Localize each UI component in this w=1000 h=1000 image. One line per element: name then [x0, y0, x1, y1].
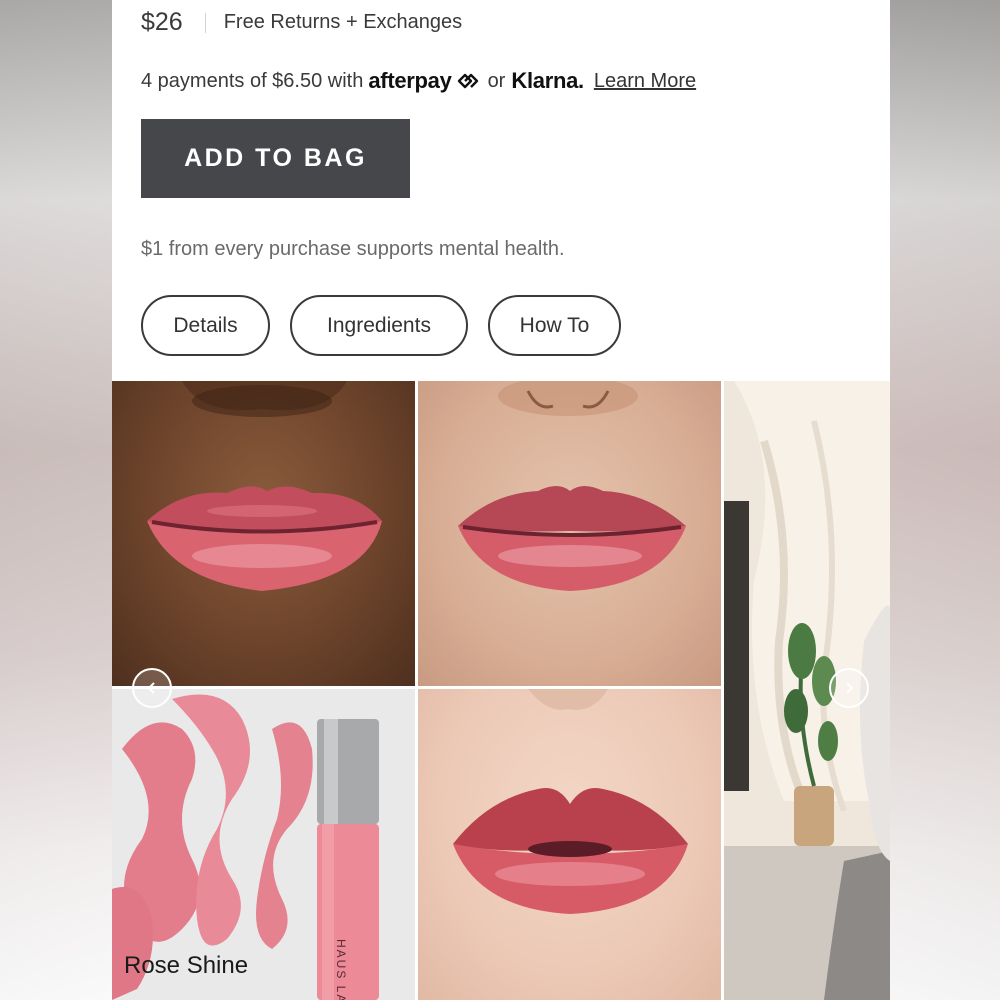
afterpay-logo[interactable]: afterpay [368, 68, 452, 94]
gallery-image-lips-light[interactable] [418, 381, 721, 686]
tab-how-to[interactable]: How To [488, 295, 621, 356]
gallery-prev-button[interactable] [132, 668, 172, 708]
gallery-next-button[interactable] [829, 668, 869, 708]
image-gallery[interactable]: Rose Shine HAUS LABS [112, 381, 890, 1000]
product-tabs: Details Ingredients How To [141, 295, 641, 356]
payment-options: 4 payments of $6.50 with afterpay or Kla… [141, 68, 696, 94]
shade-label: Rose Shine [124, 952, 249, 979]
learn-more-link[interactable]: Learn More [594, 70, 696, 93]
tube-brand-text: HAUS LABS [334, 939, 348, 1000]
returns-text: Free Returns + Exchanges [223, 11, 463, 33]
afterpay-icon [457, 73, 478, 89]
background-left [0, 0, 112, 1000]
payment-text: 4 payments of $6.50 with [141, 69, 364, 92]
tab-ingredients[interactable]: Ingredients [290, 295, 468, 356]
chevron-left-icon [147, 682, 155, 694]
tab-details[interactable]: Details [141, 295, 270, 356]
lips-illustration [458, 381, 686, 591]
background-right [890, 0, 1000, 1000]
divider [204, 12, 206, 33]
price: $26 [141, 8, 183, 36]
mission-text: $1 from every purchase supports mental h… [141, 238, 565, 260]
gallery-image-lips-fair[interactable] [418, 689, 721, 1000]
lips-illustration [453, 689, 688, 914]
product-panel: $26 Free Returns + Exchanges 4 payments … [112, 0, 890, 1000]
price-row: $26 Free Returns + Exchanges [141, 8, 462, 37]
klarna-logo[interactable]: Klarna. [511, 68, 584, 94]
chevron-right-icon [846, 682, 854, 694]
gallery-image-lips-deep[interactable] [112, 381, 415, 686]
gallery-image-product-swatch[interactable]: Rose Shine HAUS LABS [112, 689, 415, 1000]
add-to-bag-button[interactable]: ADD TO BAG [141, 119, 410, 198]
lips-illustration [147, 381, 382, 591]
payment-or: or [487, 69, 506, 92]
